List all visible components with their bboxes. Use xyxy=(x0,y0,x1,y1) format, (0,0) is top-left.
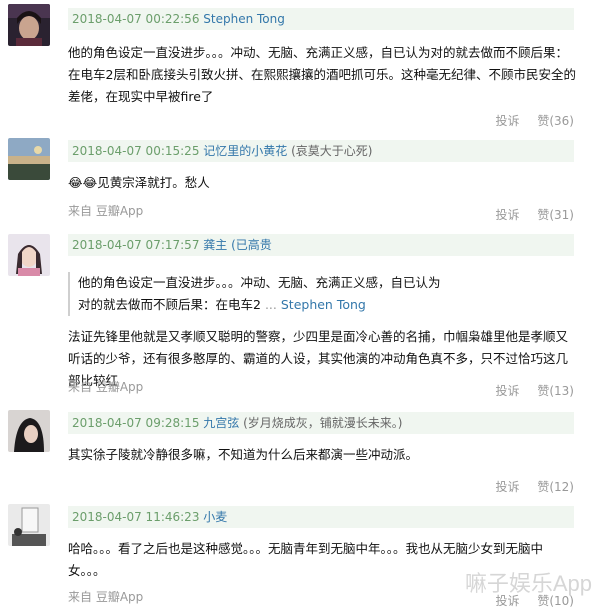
comment-time: 2018-04-07 07:17:57 xyxy=(72,238,200,252)
user-signature: (已高贵 xyxy=(231,238,272,252)
avatar[interactable] xyxy=(8,138,50,180)
comment-time: 2018-04-07 09:28:15 xyxy=(72,416,200,430)
quoted-comment: 他的角色设定一直没进步。。。冲动、无脑、充满正义感，自已认为对的就去做而不顾后果… xyxy=(68,272,448,316)
avatar[interactable] xyxy=(8,410,50,452)
comment-meta: 2018-04-07 09:28:15 九宫弦 (岁月烧成灰，铺就漫长未来。) xyxy=(68,412,574,434)
comment-actions: 投诉 赞(36) xyxy=(482,112,574,129)
report-link[interactable]: 投诉 xyxy=(496,208,520,222)
avatar[interactable] xyxy=(8,504,50,546)
avatar[interactable] xyxy=(8,4,50,46)
comment-time: 2018-04-07 00:15:25 xyxy=(72,144,200,158)
via-source: 来自 豆瓣App xyxy=(68,204,144,218)
report-link[interactable]: 投诉 xyxy=(496,114,520,128)
comment-meta: 2018-04-07 11:46:23 小麦 xyxy=(68,506,574,528)
user-signature: (岁月烧成灰，铺就漫长未来。) xyxy=(243,416,403,430)
quote-more[interactable]: ... xyxy=(265,297,277,312)
comment-actions: 投诉 赞(31) xyxy=(482,206,574,223)
comment-meta: 2018-04-07 00:15:25 记忆里的小黄花 (哀莫大于心死) xyxy=(68,140,574,162)
via-source: 来自 豆瓣App xyxy=(68,590,144,604)
watermark: 嘛子娱乐App xyxy=(464,571,592,596)
report-link[interactable]: 投诉 xyxy=(496,480,520,494)
comment-user-link[interactable]: Stephen Tong xyxy=(203,12,285,26)
comment-time: 2018-04-07 00:22:56 xyxy=(72,12,200,26)
quote-text: 他的角色设定一直没进步。。。冲动、无脑、充满正义感，自已认为对的就去做而不顾后果… xyxy=(78,275,441,312)
like-link[interactable]: 赞(31) xyxy=(537,208,574,222)
comment-user-link[interactable]: 记忆里的小黄花 xyxy=(203,144,287,158)
comment-time: 2018-04-07 11:46:23 xyxy=(72,510,200,524)
like-link[interactable]: 赞(13) xyxy=(537,384,574,398)
comment-actions: 投诉 赞(12) xyxy=(482,478,574,495)
comment-text: 😂😂见黄宗泽就打。愁人 xyxy=(68,175,210,190)
comment-user-link[interactable]: 小麦 xyxy=(203,510,227,524)
comment-user-link[interactable]: 九宫弦 xyxy=(203,416,239,430)
user-signature: (哀莫大于心死) xyxy=(291,144,373,158)
comment-actions: 投诉 赞(13) xyxy=(482,382,574,399)
avatar[interactable] xyxy=(8,234,50,276)
like-link[interactable]: 赞(36) xyxy=(537,114,574,128)
report-link[interactable]: 投诉 xyxy=(496,384,520,398)
comment-text: 他的角色设定一直没进步。。。冲动、无脑、充满正义感，自已认为对的就去做而不顾后果… xyxy=(68,45,576,104)
like-link[interactable]: 赞(12) xyxy=(537,480,574,494)
quote-author-link[interactable]: Stephen Tong xyxy=(281,297,366,312)
comment-meta: 2018-04-07 07:17:57 龚主 (已高贵 xyxy=(68,234,574,256)
comment-meta: 2018-04-07 00:22:56 Stephen Tong xyxy=(68,8,574,30)
comment-user-link[interactable]: 龚主 xyxy=(203,238,227,252)
comment-text: 其实徐子陵就冷静很多嘛，不知道为什么后来都演一些冲动派。 xyxy=(68,447,419,462)
via-source: 来自 豆瓣App xyxy=(68,380,144,394)
